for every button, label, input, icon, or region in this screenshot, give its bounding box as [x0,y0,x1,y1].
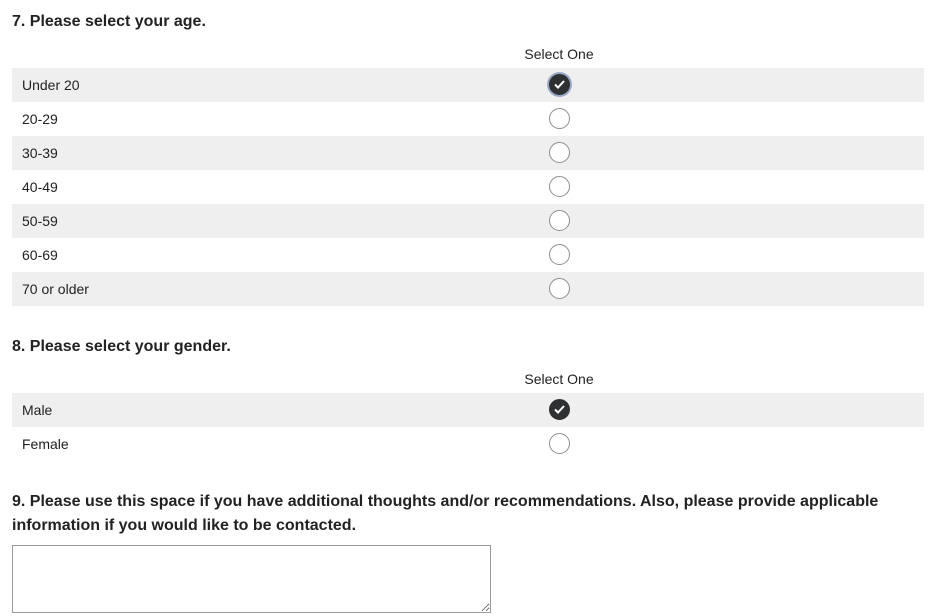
option-row-40-49[interactable]: 40-49 [12,170,924,204]
select-one-label: Select One [524,371,594,387]
option-label: Under 20 [22,77,80,93]
option-row-70-or-older[interactable]: 70 or older [12,272,924,306]
select-one-label: Select One [524,46,594,62]
option-label: 50-59 [22,213,58,229]
checkmark-icon [554,80,565,89]
checkmark-icon [554,405,565,414]
question-gender: 8. Please select your gender. Select One… [12,335,924,454]
option-label: Female [22,436,69,452]
question-title-comments: 9. Please use this space if you have add… [12,493,879,534]
question-title-gender: 8. Please select your gender. [12,338,231,355]
question-age: 7. Please select your age. Select One Un… [12,10,924,306]
option-label: 60-69 [22,247,58,263]
survey-page: 7. Please select your age. Select One Un… [0,0,934,616]
option-row-30-39[interactable]: 30-39 [12,136,924,170]
option-row-under-20[interactable]: Under 20 [12,68,924,102]
radio-30-39[interactable] [549,142,570,163]
option-label: 70 or older [22,281,89,297]
option-label: 20-29 [22,111,58,127]
age-options: Under 20 20-29 30-39 40-49 50-59 60-69 7… [12,68,924,306]
option-label: 30-39 [22,145,58,161]
option-row-male[interactable]: Male [12,393,924,427]
option-row-60-69[interactable]: 60-69 [12,238,924,272]
option-row-female[interactable]: Female [12,427,924,461]
radio-female[interactable] [549,433,570,454]
option-label: Male [22,402,53,418]
radio-50-59[interactable] [549,210,570,231]
question-comments: 9. Please use this space if you have add… [12,490,924,613]
option-row-20-29[interactable]: 20-29 [12,102,924,136]
gender-options: Male Female [12,393,924,461]
radio-under-20[interactable] [549,74,570,95]
question-title-age: 7. Please select your age. [12,13,206,30]
comments-textarea[interactable] [12,545,491,613]
radio-male[interactable] [549,399,570,420]
radio-20-29[interactable] [549,108,570,129]
option-label: 40-49 [22,179,58,195]
radio-70-or-older[interactable] [549,278,570,299]
radio-40-49[interactable] [549,176,570,197]
option-row-50-59[interactable]: 50-59 [12,204,924,238]
radio-60-69[interactable] [549,244,570,265]
